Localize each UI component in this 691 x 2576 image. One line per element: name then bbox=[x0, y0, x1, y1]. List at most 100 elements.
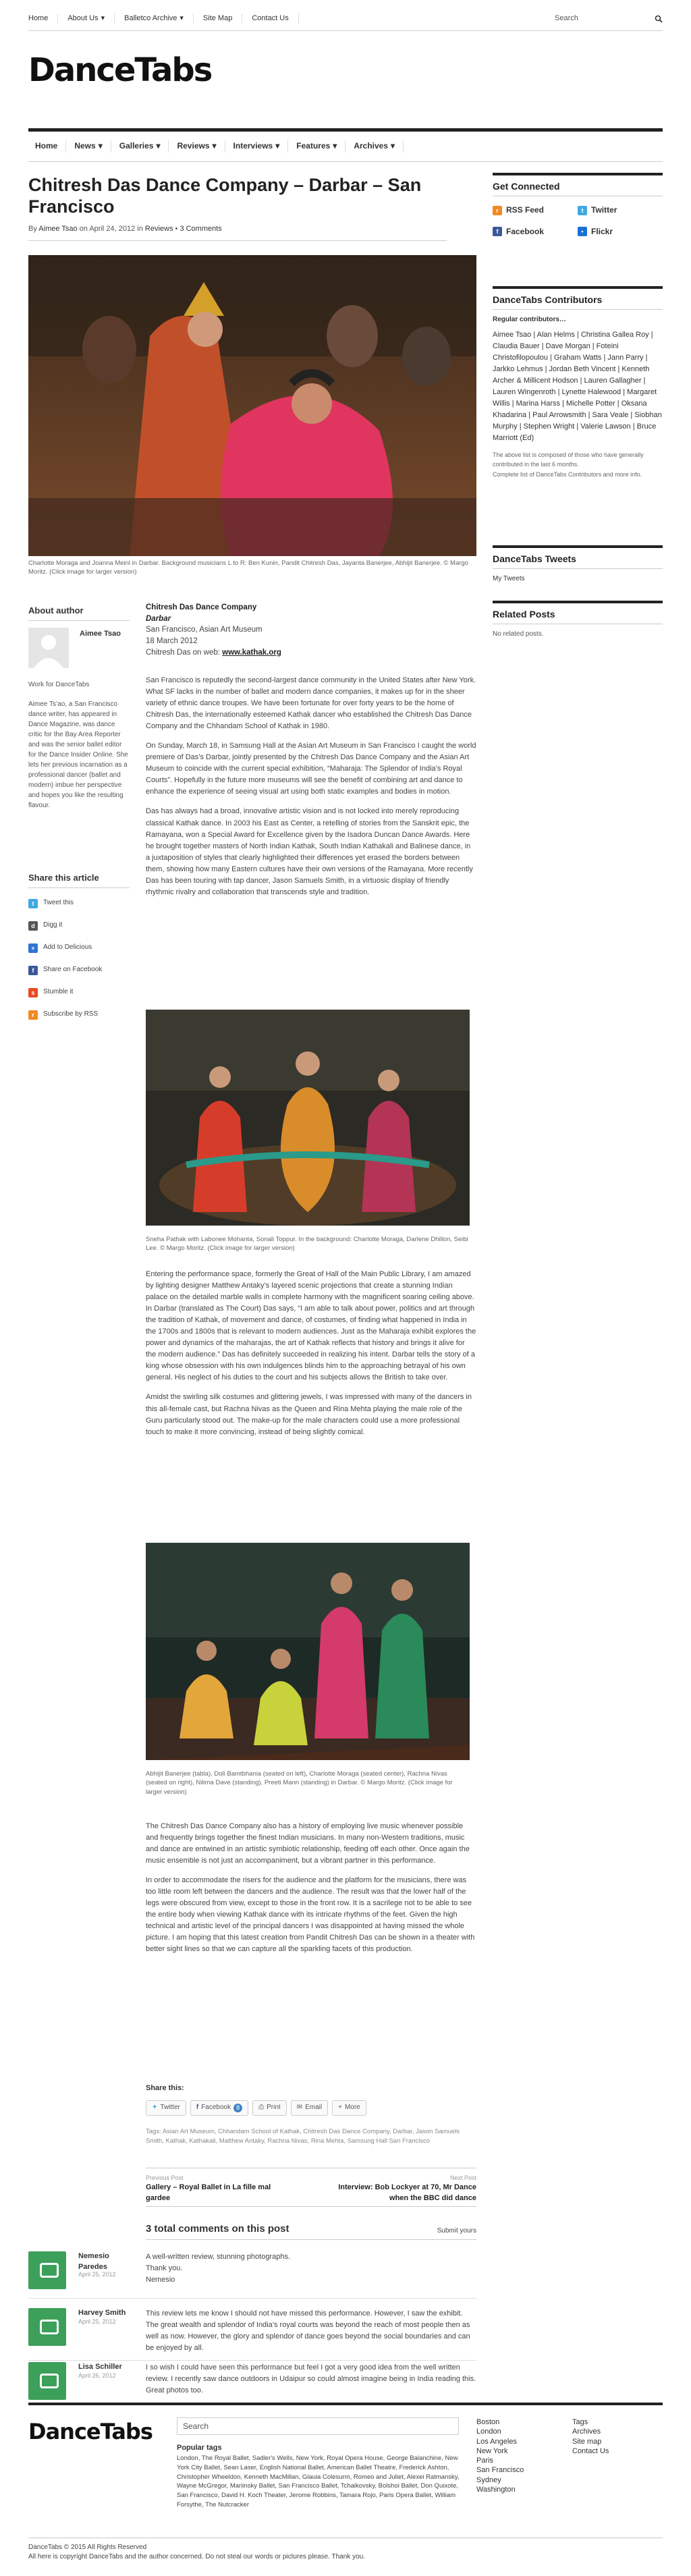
post-tags[interactable]: Tags: Asian Art Museum, Chhandam School … bbox=[146, 2127, 476, 2147]
photo-3-image bbox=[146, 1543, 470, 1760]
topnav-home[interactable]: Home bbox=[28, 13, 59, 24]
info-venue: San Francisco, Asian Art Museum bbox=[146, 626, 262, 634]
mainnav-home[interactable]: Home bbox=[28, 140, 67, 153]
paragraph: On Sunday, March 18, in Samsung Hall at … bbox=[146, 742, 476, 796]
footer-link[interactable]: Contact Us bbox=[572, 2446, 609, 2456]
rss-feed-link[interactable]: r RSS Feed bbox=[493, 204, 578, 216]
chevron-down-icon: ▾ bbox=[333, 141, 337, 151]
city-link[interactable]: London bbox=[476, 2427, 524, 2436]
byline-comments-link[interactable]: 3 Comments bbox=[179, 225, 221, 233]
site-logo[interactable]: DanceTabs bbox=[28, 47, 213, 94]
search-icon[interactable] bbox=[655, 15, 663, 23]
print-button[interactable]: ⎙ Print bbox=[252, 2100, 287, 2116]
share-stumble[interactable]: s Stumble it bbox=[28, 981, 130, 1004]
share-article-heading: Share this article bbox=[28, 872, 130, 888]
hero-photo-image bbox=[28, 255, 476, 556]
share-twitter[interactable]: t Tweet this bbox=[28, 892, 130, 914]
share-facebook-button[interactable]: f Facebook 8 bbox=[190, 2100, 249, 2116]
share-delicious[interactable]: + Add to Delicious bbox=[28, 937, 130, 959]
topnav-archive[interactable]: Balletco Archive ▾ bbox=[115, 13, 194, 24]
email-button[interactable]: ✉ Email bbox=[290, 2100, 329, 2116]
author-name[interactable]: Aimee Tsao bbox=[80, 629, 121, 640]
article-body-2: Entering the performance space, formerly… bbox=[146, 1269, 476, 1446]
city-link[interactable]: Washington bbox=[476, 2485, 524, 2494]
byline-category-link[interactable]: Reviews bbox=[145, 225, 173, 233]
social-label: Twitter bbox=[591, 205, 617, 215]
topnav-contact[interactable]: Contact Us bbox=[242, 13, 299, 24]
footer-link[interactable]: Site map bbox=[572, 2437, 609, 2446]
facebook-link[interactable]: f Facebook bbox=[493, 226, 578, 238]
photo-3[interactable] bbox=[146, 1543, 470, 1760]
city-link[interactable]: Boston bbox=[476, 2417, 524, 2427]
footer-search-input[interactable]: Search bbox=[177, 2417, 459, 2435]
next-post-title: Interview: Bob Lockyer at 70, Mr Dance w… bbox=[338, 2183, 476, 2202]
social-label: Flickr bbox=[591, 226, 613, 236]
mainnav-galleries[interactable]: Galleries ▾ bbox=[111, 140, 169, 153]
regular-contributors-label: Regular contributors… bbox=[493, 316, 566, 324]
byline-author-link[interactable]: Aimee Tsao bbox=[38, 225, 77, 233]
mainnav-label: Reviews bbox=[177, 141, 210, 151]
city-link[interactable]: New York bbox=[476, 2446, 524, 2456]
info-web-link[interactable]: www.kathak.org bbox=[222, 649, 281, 657]
mainnav-features[interactable]: Features ▾ bbox=[288, 140, 346, 153]
email-icon: ✉ bbox=[296, 2104, 303, 2111]
flickr-link[interactable]: • Flickr bbox=[578, 226, 663, 238]
city-link[interactable]: Paris bbox=[476, 2456, 524, 2465]
chevron-down-icon: ▾ bbox=[212, 141, 217, 151]
footer: DanceTabs Search Popular tags London, Th… bbox=[0, 2403, 691, 2576]
city-link[interactable]: Los Angeles bbox=[476, 2437, 524, 2446]
next-post[interactable]: Next Post Interview: Bob Lockyer at 70, … bbox=[328, 2174, 476, 2202]
topnav-sitemap[interactable]: Site Map bbox=[194, 13, 243, 24]
share-article-list: t Tweet this d Digg it + Add to Delicious f… bbox=[28, 892, 130, 1026]
my-tweets-link[interactable]: My Tweets bbox=[493, 574, 663, 584]
next-post-label: Next Post bbox=[449, 2174, 476, 2181]
mainnav-archives[interactable]: Archives ▾ bbox=[346, 140, 404, 153]
mainnav-news[interactable]: News ▾ bbox=[66, 140, 111, 153]
photo-2[interactable] bbox=[146, 1010, 470, 1226]
share-button-label: Twitter bbox=[160, 2104, 180, 2111]
right-sidebar-connected: Get Connected r RSS Feed t Twitter f Facebo… bbox=[493, 173, 663, 238]
share-twitter-button[interactable]: ✦ Twitter bbox=[146, 2100, 186, 2116]
share-digg[interactable]: d Digg it bbox=[28, 914, 130, 937]
footer-links: Tags Archives Site map Contact Us bbox=[572, 2417, 609, 2456]
topnav-archive-label: Balletco Archive bbox=[124, 13, 177, 22]
footer-rule bbox=[28, 2403, 663, 2405]
popular-tags[interactable]: London, The Royal Ballet, Sadler's Wells… bbox=[177, 2454, 460, 2510]
top-bar: Home About Us ▾ Balletco Archive ▾ Site Ma… bbox=[0, 0, 691, 38]
contributors-note: The above list is composed of those who … bbox=[493, 451, 644, 468]
facebook-icon: f bbox=[28, 965, 38, 975]
popular-tags-heading: Popular tags bbox=[177, 2444, 222, 2452]
twitter-icon: t bbox=[578, 205, 587, 215]
share-rss[interactable]: r Subscribe by RSS bbox=[28, 1004, 130, 1026]
about-author-heading: About author bbox=[28, 605, 130, 621]
more-button[interactable]: + More bbox=[332, 2100, 366, 2116]
contributors-complete-link[interactable]: Complete list of DanceTabs Contributors … bbox=[493, 470, 663, 480]
mainnav-interviews[interactable]: Interviews ▾ bbox=[225, 140, 289, 153]
city-link[interactable]: Sydney bbox=[476, 2475, 524, 2485]
right-sidebar-contributors: DanceTabs Contributors Regular contribut… bbox=[493, 286, 663, 480]
hero-photo[interactable] bbox=[28, 255, 476, 556]
submit-comment-link[interactable]: Submit yours bbox=[437, 2226, 476, 2237]
share-button-label: Facebook bbox=[201, 2104, 231, 2111]
delicious-icon: + bbox=[28, 943, 38, 953]
topnav-about[interactable]: About Us ▾ bbox=[58, 13, 115, 24]
share-facebook[interactable]: f Share on Facebook bbox=[28, 959, 130, 981]
top-search-input[interactable]: Search bbox=[555, 13, 578, 24]
article-body-3: The Chitresh Das Dance Company also has … bbox=[146, 1821, 476, 1964]
footer-link[interactable]: Archives bbox=[572, 2427, 609, 2436]
city-link[interactable]: San Francisco bbox=[476, 2465, 524, 2475]
stumbleupon-icon: s bbox=[28, 987, 38, 997]
chevron-down-icon: ▾ bbox=[156, 141, 161, 151]
top-search[interactable]: Search bbox=[555, 13, 663, 24]
contributors-list[interactable]: Aimee Tsao | Alan Helms | Christina Gall… bbox=[493, 329, 663, 444]
footer-logo[interactable]: DanceTabs bbox=[28, 2416, 153, 2447]
twitter-link[interactable]: t Twitter bbox=[578, 204, 663, 216]
comment: Lisa Schiller April 26, 2012 I so wish I… bbox=[28, 2362, 476, 2401]
footer-link[interactable]: Tags bbox=[572, 2417, 609, 2427]
mainnav-label: Interviews bbox=[233, 141, 273, 151]
mainnav-reviews[interactable]: Reviews ▾ bbox=[169, 140, 225, 153]
photo-3-caption: Abhijit Banerjee (tabla), Doli Bamtbhani… bbox=[146, 1770, 453, 1796]
previous-post[interactable]: Previous Post Gallery – Royal Ballet in … bbox=[146, 2174, 294, 2202]
post-navigation: Previous Post Gallery – Royal Ballet in … bbox=[146, 2168, 476, 2207]
plus-icon: + bbox=[338, 2104, 342, 2111]
